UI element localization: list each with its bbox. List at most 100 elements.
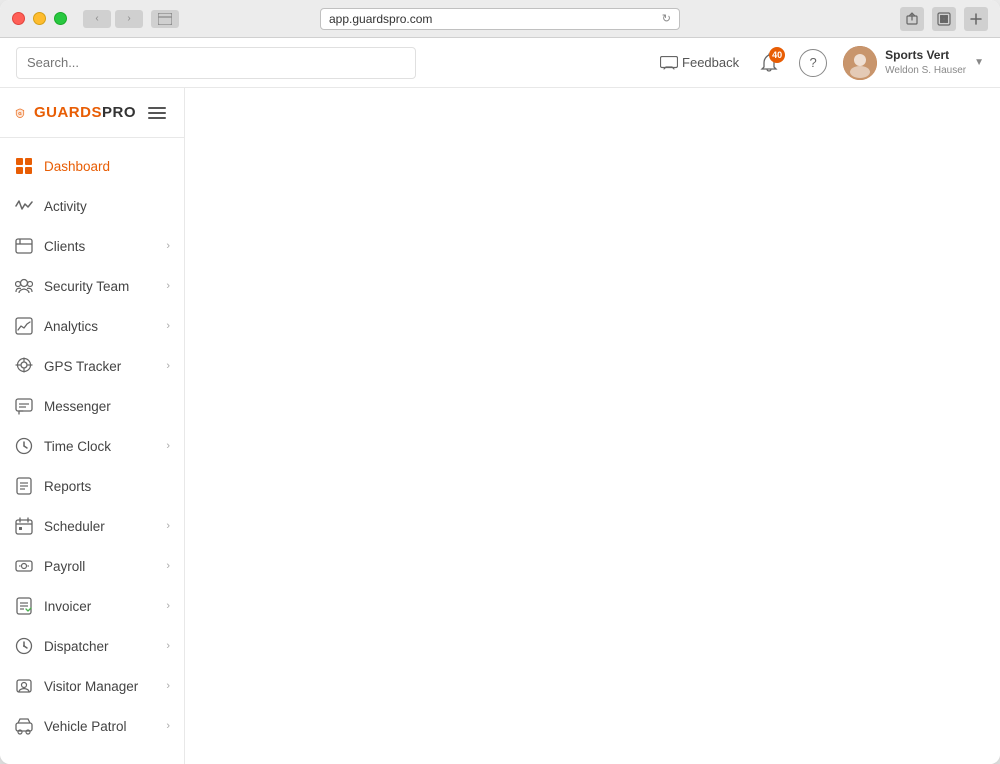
visitor-manager-chevron-icon: ›	[166, 680, 170, 692]
search-input[interactable]	[16, 47, 416, 79]
sidebar-item-label-scheduler: Scheduler	[44, 519, 166, 534]
logo-icon: G	[14, 97, 26, 129]
topbar-right: Feedback 40 ? Sports Vert Weldon S. Haus…	[660, 46, 984, 80]
minimize-button[interactable]	[33, 12, 46, 25]
sidebar-item-vehicle-patrol[interactable]: Vehicle Patrol ›	[0, 706, 184, 746]
share-icon[interactable]	[900, 7, 924, 31]
url-bar[interactable]: app.guardspro.com ↻	[320, 8, 680, 30]
app-container: G GUARDSPRO Dashboard	[0, 88, 1000, 764]
clients-chevron-icon: ›	[166, 240, 170, 252]
sidebar-item-label-payroll: Payroll	[44, 559, 166, 574]
sidebar-item-label-messenger: Messenger	[44, 399, 170, 414]
vehicle-patrol-icon	[14, 716, 34, 736]
mac-titlebar: ‹ › app.guardspro.com ↻	[0, 0, 1000, 38]
time-clock-icon	[14, 436, 34, 456]
topbar: Feedback 40 ? Sports Vert Weldon S. Haus…	[0, 38, 1000, 88]
activity-icon	[14, 196, 34, 216]
clients-icon	[14, 236, 34, 256]
reload-icon[interactable]: ↻	[662, 12, 671, 25]
sidebar-item-messenger[interactable]: Messenger	[0, 386, 184, 426]
mac-window-buttons	[12, 12, 67, 25]
back-button[interactable]: ‹	[83, 10, 111, 28]
dashboard-icon	[14, 156, 34, 176]
main-content	[185, 88, 1000, 764]
tab-button[interactable]	[151, 10, 179, 28]
hamburger-line-2	[148, 112, 166, 114]
sidebar-item-label-clients: Clients	[44, 239, 166, 254]
sidebar-item-analytics[interactable]: Analytics ›	[0, 306, 184, 346]
reports-icon	[14, 476, 34, 496]
scheduler-chevron-icon: ›	[166, 520, 170, 532]
sidebar-item-label-activity: Activity	[44, 199, 170, 214]
messenger-icon	[14, 396, 34, 416]
invoicer-icon	[14, 596, 34, 616]
dispatcher-chevron-icon: ›	[166, 640, 170, 652]
maximize-button[interactable]	[54, 12, 67, 25]
sidebar-item-scheduler[interactable]: Scheduler ›	[0, 506, 184, 546]
nav-arrows: ‹ ›	[83, 10, 143, 28]
analytics-chevron-icon: ›	[166, 320, 170, 332]
tabs-icon[interactable]	[932, 7, 956, 31]
sidebar-item-invoicer[interactable]: Invoicer ›	[0, 586, 184, 626]
sidebar-item-label-security-team: Security Team	[44, 279, 166, 294]
vehicle-patrol-chevron-icon: ›	[166, 720, 170, 732]
gps-tracker-icon	[14, 356, 34, 376]
notification-badge: 40	[769, 47, 785, 63]
avatar	[843, 46, 877, 80]
dispatcher-icon	[14, 636, 34, 656]
help-button[interactable]: ?	[799, 49, 827, 77]
sidebar-item-dispatcher[interactable]: Dispatcher ›	[0, 626, 184, 666]
user-info: Sports Vert Weldon S. Hauser	[885, 48, 966, 77]
sidebar-item-time-clock[interactable]: Time Clock ›	[0, 426, 184, 466]
sidebar-item-label-invoicer: Invoicer	[44, 599, 166, 614]
hamburger-line-1	[148, 107, 166, 109]
mac-window: ‹ › app.guardspro.com ↻	[0, 0, 1000, 764]
sidebar-item-label-vehicle-patrol: Vehicle Patrol	[44, 719, 166, 734]
feedback-icon	[660, 56, 678, 70]
sidebar-logo: G GUARDSPRO	[0, 88, 184, 138]
forward-button[interactable]: ›	[115, 10, 143, 28]
visitor-manager-icon	[14, 676, 34, 696]
payroll-chevron-icon: ›	[166, 560, 170, 572]
sidebar-item-clients[interactable]: Clients ›	[0, 226, 184, 266]
gps-tracker-chevron-icon: ›	[166, 360, 170, 372]
user-profile[interactable]: Sports Vert Weldon S. Hauser ▼	[843, 46, 984, 80]
user-subtitle: Weldon S. Hauser	[885, 64, 966, 77]
hamburger-button[interactable]	[144, 103, 170, 123]
security-team-chevron-icon: ›	[166, 280, 170, 292]
notifications-button[interactable]: 40	[755, 49, 783, 77]
sidebar-item-label-reports: Reports	[44, 479, 170, 494]
sidebar-item-label-time-clock: Time Clock	[44, 439, 166, 454]
invoicer-chevron-icon: ›	[166, 600, 170, 612]
sidebar-item-label-visitor-manager: Visitor Manager	[44, 679, 166, 694]
toolbar-right	[900, 7, 988, 31]
sidebar-navigation: Dashboard Activity Clients	[0, 138, 184, 754]
plus-icon[interactable]	[964, 7, 988, 31]
feedback-button[interactable]: Feedback	[660, 55, 739, 70]
sidebar: G GUARDSPRO Dashboard	[0, 88, 185, 764]
time-clock-chevron-icon: ›	[166, 440, 170, 452]
sidebar-item-reports[interactable]: Reports	[0, 466, 184, 506]
feedback-label: Feedback	[682, 55, 739, 70]
svg-text:G: G	[18, 111, 22, 116]
user-name: Sports Vert	[885, 48, 966, 64]
sidebar-item-label-dashboard: Dashboard	[44, 159, 170, 174]
sidebar-item-gps-tracker[interactable]: GPS Tracker ›	[0, 346, 184, 386]
chevron-down-icon: ▼	[974, 57, 984, 68]
sidebar-item-dashboard[interactable]: Dashboard	[0, 146, 184, 186]
sidebar-item-activity[interactable]: Activity	[0, 186, 184, 226]
sidebar-item-security-team[interactable]: Security Team ›	[0, 266, 184, 306]
scheduler-icon	[14, 516, 34, 536]
sidebar-item-label-gps-tracker: GPS Tracker	[44, 359, 166, 374]
analytics-icon	[14, 316, 34, 336]
close-button[interactable]	[12, 12, 25, 25]
sidebar-item-label-analytics: Analytics	[44, 319, 166, 334]
payroll-icon	[14, 556, 34, 576]
sidebar-item-payroll[interactable]: Payroll ›	[0, 546, 184, 586]
sidebar-item-label-dispatcher: Dispatcher	[44, 639, 166, 654]
sidebar-item-visitor-manager[interactable]: Visitor Manager ›	[0, 666, 184, 706]
logo-text: GUARDSPRO	[34, 104, 136, 121]
security-team-icon	[14, 276, 34, 296]
url-text: app.guardspro.com	[329, 12, 432, 26]
hamburger-line-3	[148, 117, 166, 119]
